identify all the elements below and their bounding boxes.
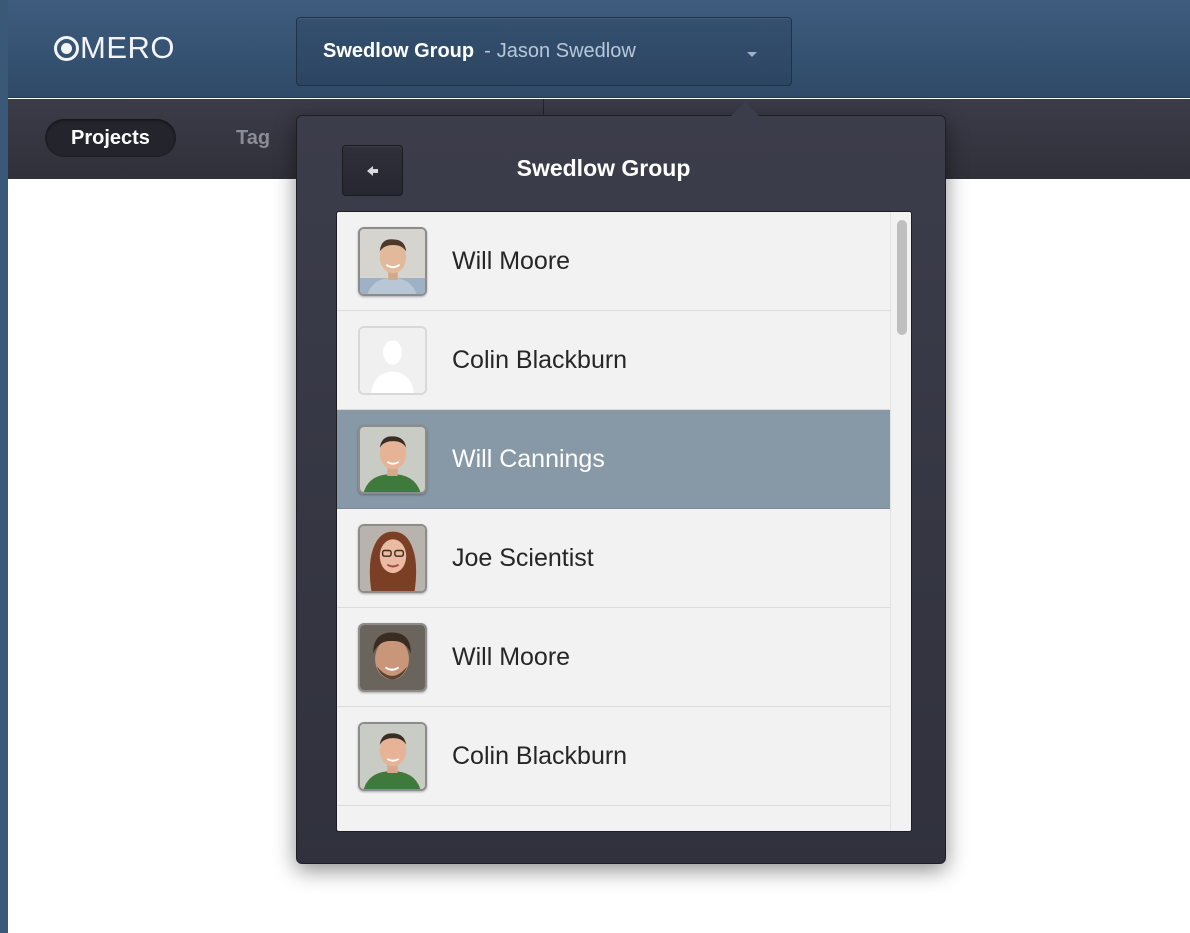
member-row[interactable]: Joe Scientist (337, 509, 892, 608)
scrollbar-thumb[interactable] (897, 220, 907, 335)
member-name: Will Cannings (452, 444, 605, 473)
omero-logo-icon (54, 35, 79, 61)
selected-user-name: Jason Swedlow (496, 40, 636, 62)
chevron-down-icon (747, 52, 757, 57)
member-list[interactable]: Will Moore Colin Blackburn Will Cannings… (336, 211, 912, 832)
member-row-selected[interactable]: Will Cannings (337, 410, 892, 509)
selected-group-name: Swedlow Group (323, 40, 475, 62)
group-members-popover: Swedlow Group Will Moore Colin Blackburn… (296, 102, 946, 864)
group-user-separator: - (484, 40, 491, 62)
popover-arrow (731, 102, 759, 116)
member-row[interactable]: Will Moore (337, 608, 892, 707)
app-window: MERO Swedlow Group - Jason Swedlow Proje… (8, 0, 1190, 933)
member-row[interactable]: Colin Blackburn (337, 707, 892, 806)
member-name: Colin Blackburn (452, 345, 628, 374)
member-row[interactable]: Will Moore (337, 212, 892, 311)
member-list-items: Will Moore Colin Blackburn Will Cannings… (337, 212, 892, 831)
member-row[interactable]: Colin Blackburn (337, 311, 892, 410)
member-name: Will Moore (452, 642, 571, 671)
user-avatar (358, 425, 427, 494)
member-name: Joe Scientist (452, 543, 594, 572)
user-avatar (358, 722, 427, 791)
user-avatar (358, 524, 427, 593)
user-avatar (358, 623, 427, 692)
omero-logo[interactable]: MERO (54, 30, 175, 66)
list-scrollbar[interactable] (890, 212, 911, 831)
default-avatar-icon (358, 326, 427, 395)
member-name: Will Moore (452, 246, 571, 275)
tab-projects[interactable]: Projects (45, 119, 176, 157)
group-selector-dropdown[interactable]: Swedlow Group - Jason Swedlow (296, 17, 792, 86)
tab-tags[interactable]: Tag (228, 119, 278, 157)
user-avatar (358, 227, 427, 296)
popover-title: Swedlow Group (516, 155, 691, 181)
logo-text: MERO (80, 30, 175, 65)
top-header: MERO Swedlow Group - Jason Swedlow (8, 0, 1190, 98)
member-name: Colin Blackburn (452, 741, 628, 770)
